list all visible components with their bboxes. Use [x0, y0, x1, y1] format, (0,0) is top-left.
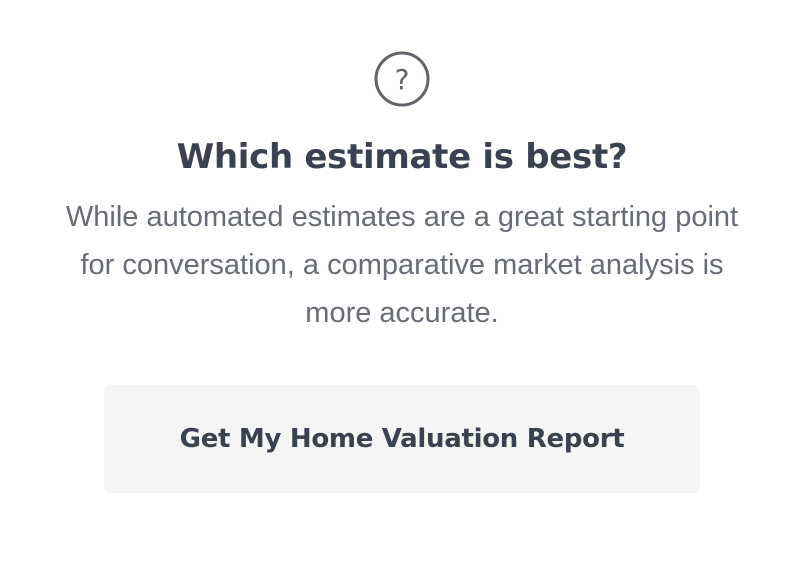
- section-description: While automated estimates are a great st…: [65, 201, 739, 329]
- question-circle-icon: ?: [374, 51, 430, 107]
- get-valuation-report-label: Get My Home Valuation Report: [179, 424, 625, 454]
- get-valuation-report-button[interactable]: Get My Home Valuation Report: [104, 385, 700, 493]
- svg-text:?: ?: [395, 63, 410, 96]
- section-heading: Which estimate is best?: [176, 137, 628, 177]
- valuation-info-panel: ? Which estimate is best? While automate…: [0, 0, 804, 562]
